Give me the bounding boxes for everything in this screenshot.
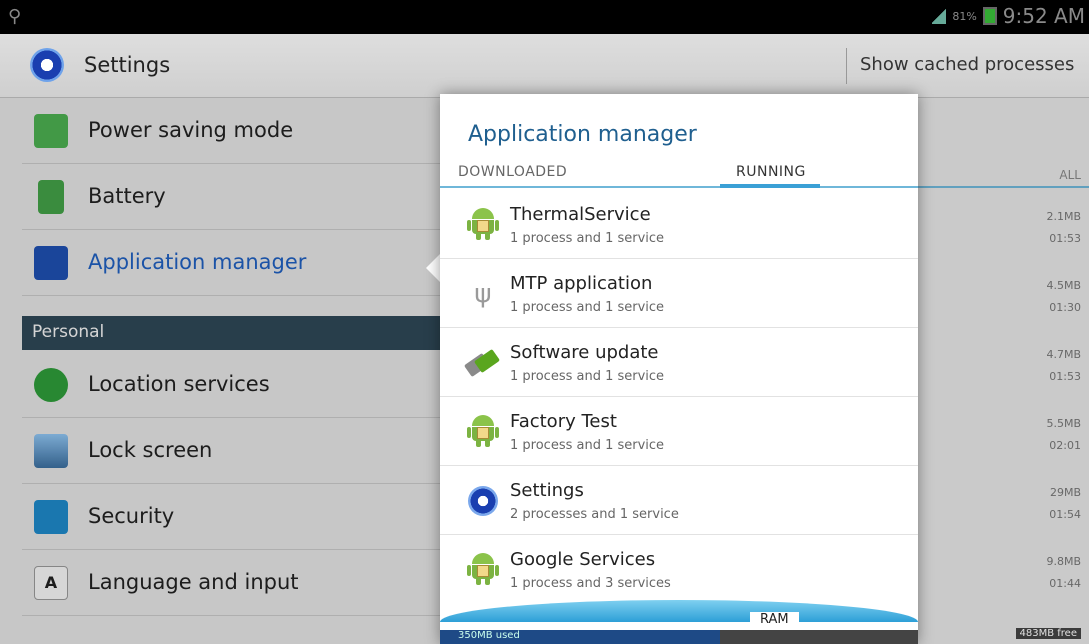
lock-screen-icon — [34, 434, 68, 468]
row-time: 02:01 — [1049, 439, 1081, 452]
app-process-info: 1 process and 3 services — [510, 576, 671, 591]
battery-icon — [982, 7, 997, 25]
application-manager-dialog: Application manager DOWNLOADED RUNNING T… — [440, 94, 918, 644]
list-item[interactable]: Settings 2 processes and 1 service — [440, 466, 918, 535]
location-icon — [34, 368, 68, 402]
action-bar: Settings Show cached processes — [0, 34, 1089, 98]
row-stats: 4.5MB 01:30 — [1046, 275, 1081, 319]
row-time: 01:30 — [1049, 301, 1081, 314]
settings-list: Power saving mode Battery Application ma… — [0, 98, 440, 644]
row-stats: 9.8MB 01:44 — [1046, 551, 1081, 595]
ram-usage-bar: RAM 350MB used — [440, 600, 918, 644]
usb-icon: ψ — [474, 279, 492, 309]
background-detail-pane: ALL 2.1MB 01:53 4.5MB 01:30 4.7MB 01:53 5.5… — [918, 98, 1089, 644]
row-stats: 4.7MB 01:53 — [1046, 344, 1081, 388]
list-item[interactable]: Google Services 1 process and 3 services — [440, 535, 918, 604]
tab-selected-indicator — [720, 184, 820, 188]
battery-percent: 81% — [952, 9, 977, 23]
ram-used: 350MB used — [440, 630, 720, 644]
settings-gear-icon — [464, 482, 502, 520]
clock: 9:52 AM — [1002, 4, 1085, 28]
row-stats: 5.5MB 02:01 — [1046, 413, 1081, 457]
row-size: 4.5MB — [1046, 279, 1081, 292]
battery-icon — [38, 180, 64, 214]
list-item[interactable]: Software update 1 process and 1 service — [440, 328, 918, 397]
divider — [846, 48, 847, 84]
row-time: 01:53 — [1049, 232, 1081, 245]
settings-item-security[interactable]: Security — [22, 484, 440, 550]
software-update-icon — [463, 344, 502, 382]
app-process-info: 1 process and 1 service — [510, 300, 665, 315]
status-bar: ⚲ 81% 9:52 AM — [0, 0, 1089, 34]
settings-item-label: Lock screen — [88, 438, 213, 462]
row-time: 01:54 — [1049, 508, 1081, 521]
settings-item-label: Application manager — [88, 250, 307, 274]
apps-grid-icon — [34, 246, 68, 280]
page-title: Settings — [84, 53, 171, 77]
row-size: 29MB — [1049, 486, 1081, 499]
section-header-personal: Personal — [22, 316, 440, 350]
app-name: Settings — [510, 480, 584, 501]
list-item[interactable]: Factory Test 1 process and 1 service — [440, 397, 918, 466]
list-item[interactable]: ThermalService 1 process and 1 service — [440, 190, 918, 259]
tab-running[interactable]: RUNNING — [736, 164, 806, 180]
usb-connected-icon: ⚲ — [8, 6, 22, 27]
settings-item-power-saving[interactable]: Power saving mode — [22, 98, 440, 164]
list-item[interactable]: ψ MTP application 1 process and 1 servic… — [440, 259, 918, 328]
settings-item-label: Location services — [88, 372, 270, 396]
app-name: Software update — [510, 342, 659, 363]
settings-item-lock-screen[interactable]: Lock screen — [22, 418, 440, 484]
settings-item-label: Language and input — [88, 570, 299, 594]
android-icon — [464, 206, 502, 244]
ram-label: RAM — [750, 612, 799, 627]
android-icon — [464, 551, 502, 589]
tab-bar: DOWNLOADED RUNNING — [440, 156, 918, 188]
show-cached-processes-button[interactable]: Show cached processes — [860, 54, 1074, 75]
settings-item-label: Power saving mode — [88, 118, 294, 142]
row-size: 4.7MB — [1046, 348, 1081, 361]
row-time: 01:44 — [1049, 577, 1081, 590]
security-lock-icon — [34, 500, 68, 534]
row-size: 9.8MB — [1046, 555, 1081, 568]
settings-item-label: Battery — [88, 184, 166, 208]
status-right: 81% 9:52 AM — [932, 4, 1085, 28]
keyboard-a-icon: A — [34, 566, 68, 600]
tab-downloaded[interactable]: DOWNLOADED — [458, 164, 567, 180]
row-size: 5.5MB — [1046, 417, 1081, 430]
row-size: 2.1MB — [1046, 210, 1081, 223]
row-time: 01:53 — [1049, 370, 1081, 383]
settings-item-battery[interactable]: Battery — [22, 164, 440, 230]
tab-all[interactable]: ALL — [1059, 168, 1081, 182]
app-process-info: 1 process and 1 service — [510, 369, 665, 384]
ram-bar: 350MB used — [440, 630, 918, 644]
settings-app-icon[interactable] — [30, 48, 64, 82]
ram-free: 483MB free — [1015, 628, 1081, 639]
settings-item-language[interactable]: A Language and input — [22, 550, 440, 616]
app-process-info: 2 processes and 1 service — [510, 507, 679, 522]
app-name: ThermalService — [510, 204, 651, 225]
settings-item-location[interactable]: Location services — [22, 352, 440, 418]
row-stats: 2.1MB 01:53 — [1046, 206, 1081, 250]
app-name: Google Services — [510, 549, 656, 570]
app-name: MTP application — [510, 273, 653, 294]
settings-item-label: Security — [88, 504, 175, 528]
ram-wave-decoration — [440, 600, 918, 622]
app-process-info: 1 process and 1 service — [510, 231, 665, 246]
tab-underline — [918, 186, 1089, 188]
settings-item-application-manager[interactable]: Application manager — [22, 230, 440, 296]
android-icon — [464, 413, 502, 451]
dialog-title: Application manager — [468, 122, 697, 147]
row-stats: 29MB 01:54 — [1049, 482, 1081, 526]
power-saving-icon — [34, 114, 68, 148]
app-process-info: 1 process and 1 service — [510, 438, 665, 453]
wifi-signal-icon — [932, 8, 947, 24]
app-name: Factory Test — [510, 411, 617, 432]
